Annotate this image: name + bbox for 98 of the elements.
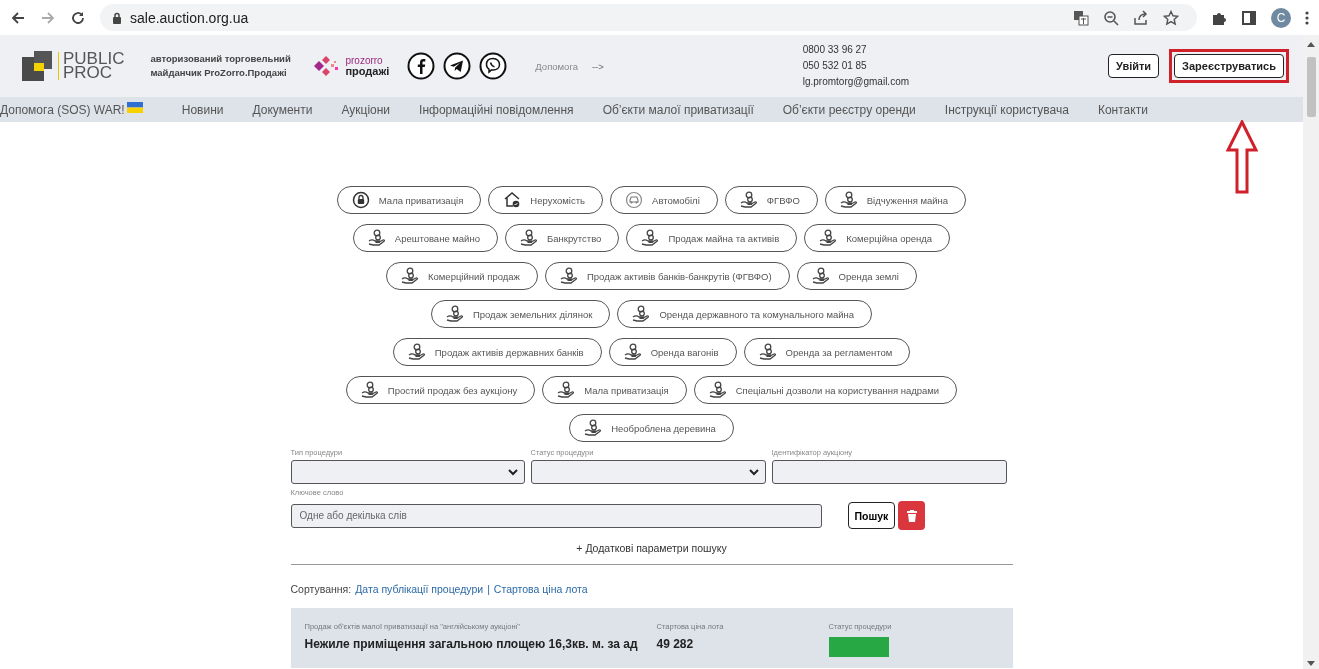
nav-link[interactable]: Інструкції користувача: [944, 102, 1069, 117]
scrollbar-thumb[interactable]: [1306, 57, 1316, 117]
partner-logo-text[interactable]: prozorro продажі: [345, 56, 390, 76]
coins-in-hand-icon: [758, 343, 777, 361]
dropdown[interactable]: [530, 460, 766, 484]
lot-title[interactable]: Нежиле приміщення загальною площею 16,3кв. м. за ад: [304, 637, 657, 657]
category-button[interactable]: Банкрутство: [504, 224, 620, 252]
translate-icon[interactable]: [1073, 9, 1089, 26]
category-button[interactable]: Продаж активів державних банків: [392, 338, 602, 366]
phone-number[interactable]: 050 532 01 85: [802, 58, 910, 74]
register-button[interactable]: Зареєструватись: [1174, 54, 1284, 78]
coins-in-hand-icon: [839, 191, 858, 209]
sort-link[interactable]: Дата публікації процедури: [355, 583, 484, 595]
coins-in-hand-icon: [739, 191, 758, 209]
more-options-link[interactable]: + Додаткові параметри пошуку: [576, 542, 727, 554]
nav-link[interactable]: Інформаційні повідомлення: [419, 102, 574, 117]
coins-in-hand-icon: [811, 267, 830, 285]
coins-in-hand-icon: [407, 343, 426, 361]
coins-in-hand-icon: [557, 381, 576, 399]
logo-mark-icon: [22, 51, 52, 81]
house-icon: [503, 191, 522, 209]
nav-link[interactable]: Об’єкти реєстру оренди: [782, 102, 916, 117]
category-button[interactable]: Нерухомість: [488, 186, 604, 214]
coins-in-hand-icon: [445, 305, 464, 323]
logo-text: PUBLIC PROC: [58, 52, 125, 80]
status-badge: [828, 637, 889, 657]
category-button[interactable]: Необроблена деревина: [569, 414, 734, 442]
coins-in-hand-icon: [819, 229, 838, 247]
share-icon[interactable]: [1133, 9, 1149, 26]
side-panel-icon[interactable]: [1241, 9, 1257, 26]
category-button[interactable]: Мала приватизація: [336, 186, 482, 214]
coins-in-hand-icon: [584, 419, 603, 437]
facebook-icon[interactable]: [407, 52, 436, 80]
trash-icon: [906, 509, 917, 522]
category-button[interactable]: Автомобілі: [610, 186, 718, 214]
category-button[interactable]: Оренда державного та комунального майна: [617, 300, 873, 328]
category-button[interactable]: Оренда землі: [796, 262, 917, 290]
scroll-down-icon[interactable]: [1307, 661, 1315, 667]
back-icon[interactable]: [10, 9, 26, 26]
scroll-up-icon[interactable]: [1307, 41, 1315, 47]
sort-link[interactable]: Стартова ціна лота: [493, 583, 588, 595]
nav-link[interactable]: Допомога (SOS) WAR!: [0, 102, 143, 117]
coins-in-hand-icon: [708, 381, 727, 399]
category-button[interactable]: Оренда за регламентом: [743, 338, 911, 366]
category-button[interactable]: Відчуження майна: [824, 186, 967, 214]
keyword-field[interactable]: Одне або декілька слів: [290, 503, 822, 528]
url-text: sale.auction.org.ua: [130, 9, 249, 26]
delete-button[interactable]: [898, 501, 926, 530]
sort-label: Сортування:: [290, 583, 352, 595]
reload-icon[interactable]: [70, 9, 86, 26]
category-button[interactable]: ФГВФО: [724, 186, 818, 214]
category-button[interactable]: Арештоване майно: [352, 224, 498, 252]
login-button[interactable]: Увійти: [1107, 54, 1160, 78]
bookmark-star-icon[interactable]: [1163, 9, 1179, 26]
phone-number[interactable]: 0800 33 96 27: [802, 42, 910, 58]
coins-in-hand-icon: [519, 229, 538, 247]
separator-text: |: [487, 583, 490, 595]
viber-icon[interactable]: [479, 52, 508, 80]
nav-link[interactable]: Аукціони: [341, 102, 391, 117]
coins-in-hand-icon: [360, 381, 379, 399]
coins-in-hand-icon: [623, 343, 642, 361]
chevron-down-icon: [507, 468, 518, 476]
category-button[interactable]: Спеціальні дозволи на користування надрами: [693, 376, 958, 404]
zoom-out-icon[interactable]: [1103, 9, 1119, 26]
coins-in-hand-icon: [632, 305, 651, 323]
coins-in-hand-icon: [367, 229, 386, 247]
telegram-icon[interactable]: [443, 52, 472, 80]
ukraine-flag-icon: [126, 102, 143, 113]
chevron-down-icon: [748, 468, 759, 476]
lock-icon: [351, 191, 370, 209]
category-button[interactable]: Мала приватизація: [542, 376, 687, 404]
nav-link[interactable]: Новини: [181, 102, 224, 117]
car-icon: [625, 191, 644, 209]
lot-price: 49 282: [656, 637, 695, 653]
category-button[interactable]: Комерційна оренда: [804, 224, 951, 252]
category-button[interactable]: Комерційний продаж: [386, 262, 538, 290]
search-button[interactable]: Пошук: [847, 502, 896, 529]
nav-link[interactable]: Документи: [252, 102, 313, 117]
input-field[interactable]: [771, 460, 1007, 484]
tagline-text: авторизований торговельний майданчик ProZorro.Продажі: [150, 52, 292, 80]
coins-in-hand-icon: [401, 267, 419, 285]
dropdown[interactable]: [290, 460, 525, 484]
coins-in-hand-icon: [560, 267, 578, 285]
profile-avatar[interactable]: C: [1271, 7, 1291, 28]
category-button[interactable]: Продаж активів банків-банкрутів (ФГВФО): [545, 262, 790, 290]
menu-icon[interactable]: [1305, 9, 1309, 26]
nav-link[interactable]: Контакти: [1097, 102, 1148, 117]
email-address[interactable]: lg.promtorg@gmail.com: [802, 74, 910, 90]
category-button[interactable]: Продаж земельних ділянок: [430, 300, 611, 328]
address-bar[interactable]: sale.auction.org.ua: [100, 4, 1197, 31]
coins-in-hand-icon: [641, 229, 660, 247]
category-button[interactable]: Оренда вагонів: [608, 338, 737, 366]
category-button[interactable]: Продаж майна та активів: [626, 224, 798, 252]
category-button[interactable]: Простий продаж без аукціону: [345, 376, 536, 404]
nav-link[interactable]: Об’єкти малої приватизації: [602, 102, 754, 117]
arrow-text: -->: [591, 60, 604, 72]
lock-icon: [112, 11, 122, 24]
diamond-dots-icon[interactable]: [314, 56, 341, 76]
